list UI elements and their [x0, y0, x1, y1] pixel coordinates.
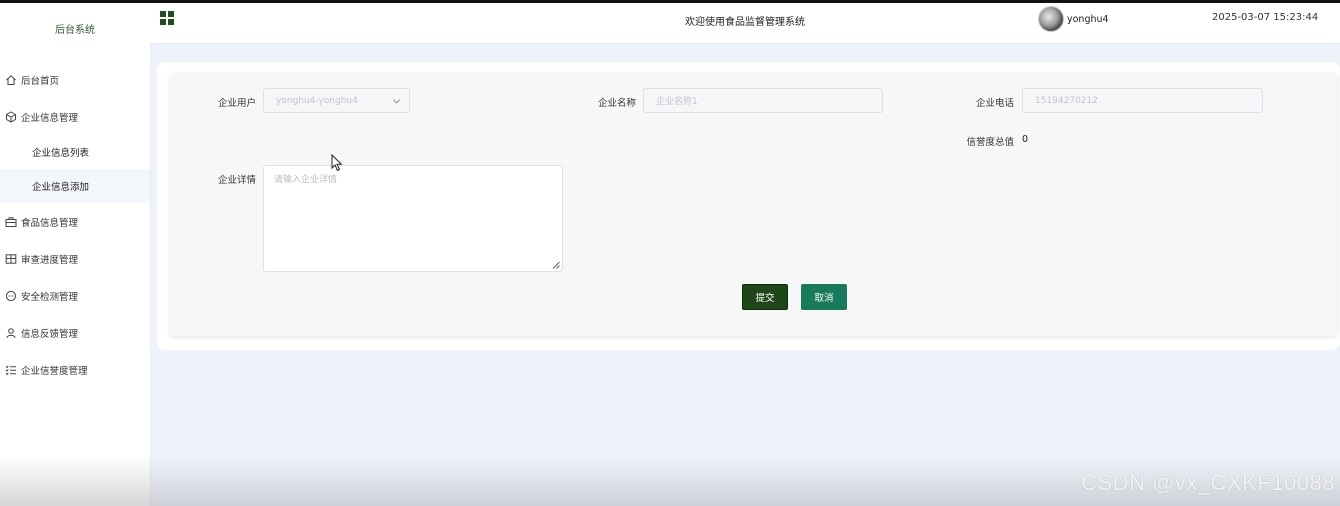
top-header: 欢迎使用食品监督管理系统 yonghu4 2025-03-07 15:23:44 — [150, 3, 1340, 44]
sidebar-item-credit[interactable]: 企业信誉度管理 — [0, 351, 150, 388]
watermark-text: CSDN @vx_CXKF10088 — [1081, 470, 1335, 495]
list-icon — [5, 364, 17, 376]
briefcase-icon — [5, 216, 17, 228]
home-icon — [5, 74, 17, 86]
sidebar-item-label: 食品信息管理 — [21, 217, 79, 229]
sidebar-menu: 后台首页 企业信息管理 企业信息列表 企业信息添加 食品信息管理 审查进度管理 — [0, 61, 150, 388]
mouse-cursor-icon — [331, 154, 343, 172]
username[interactable]: yonghu4 — [1067, 14, 1109, 25]
sidebar-subitem-enterprise-list[interactable]: 企业信息列表 — [0, 135, 150, 169]
sidebar-item-safety[interactable]: 安全检测管理 — [0, 277, 150, 314]
resize-handle-icon[interactable] — [552, 261, 560, 269]
sidebar-item-label: 审查进度管理 — [21, 254, 79, 266]
sidebar-subitem-label: 企业信息添加 — [32, 182, 90, 193]
credit-label: 信誉度总值 — [966, 137, 1014, 148]
sidebar-subitem-label: 企业信息列表 — [32, 148, 90, 159]
chevron-down-icon — [392, 99, 401, 104]
sidebar-brand: 后台系统 — [55, 25, 95, 36]
sidebar-item-feedback[interactable]: 信息反馈管理 — [0, 314, 150, 351]
detail-placeholder: 请输入企业详情 — [274, 175, 338, 185]
user-label: 企业用户 — [217, 98, 256, 109]
sidebar-item-label: 信息反馈管理 — [21, 328, 79, 340]
sidebar-item-review[interactable]: 审查进度管理 — [0, 240, 150, 277]
user-select[interactable]: yonghu4-yonghu4 — [263, 88, 410, 113]
chat-icon — [5, 290, 17, 302]
sidebar: 后台系统 后台首页 企业信息管理 企业信息列表 企业信息添加 食品信息管理 审查… — [0, 3, 151, 506]
user-select-value: yonghu4-yonghu4 — [276, 95, 358, 106]
welcome-title: 欢迎使用食品监督管理系统 — [685, 17, 805, 28]
sidebar-subitem-enterprise-add[interactable]: 企业信息添加 — [0, 169, 150, 203]
submit-button[interactable]: 提交 — [742, 284, 788, 310]
sidebar-item-label: 安全检测管理 — [21, 291, 79, 303]
detail-textarea[interactable]: 请输入企业详情 — [263, 165, 563, 272]
avatar[interactable] — [1038, 6, 1064, 32]
name-label: 企业名称 — [597, 98, 636, 109]
sidebar-item-food[interactable]: 食品信息管理 — [0, 203, 150, 240]
cancel-button[interactable]: 取消 — [801, 284, 847, 310]
user-icon — [5, 327, 17, 339]
sidebar-item-home[interactable]: 后台首页 — [0, 61, 150, 98]
name-input[interactable]: 企业名称1 — [643, 88, 883, 113]
detail-label: 企业详情 — [217, 175, 256, 186]
name-input-placeholder: 企业名称1 — [656, 97, 698, 107]
datetime: 2025-03-07 15:23:44 — [1212, 12, 1319, 23]
sidebar-item-label: 企业信誉度管理 — [21, 365, 88, 377]
phone-input-value: 15194270212 — [1035, 95, 1098, 106]
sidebar-item-label: 企业信息管理 — [21, 112, 79, 124]
phone-label: 企业电话 — [975, 98, 1014, 109]
layout-icon — [5, 253, 17, 265]
phone-input[interactable]: 15194270212 — [1022, 88, 1263, 113]
sidebar-item-enterprise[interactable]: 企业信息管理 — [0, 98, 150, 135]
credit-value: 0 — [1022, 134, 1029, 145]
cube-icon — [5, 110, 17, 123]
sidebar-item-label: 后台首页 — [21, 75, 60, 87]
